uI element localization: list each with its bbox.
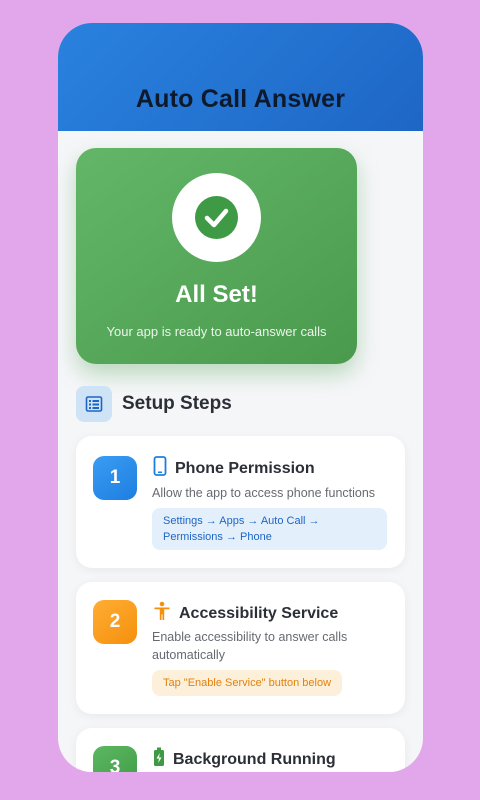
step-hint-line: Settings → Apps → Auto Call →: [163, 515, 320, 527]
step-hint-line: Permissions → Phone: [163, 531, 272, 543]
app-title: Auto Call Answer: [135, 85, 346, 113]
step-number: 1: [109, 467, 121, 488]
step-hint: Tap "Enable Service" button below: [152, 670, 343, 696]
step-card-accessibility-service[interactable]: 2 Accessibility Service Enable accessibi…: [76, 582, 405, 714]
list-icon: [76, 386, 112, 422]
status-title: All Set!: [175, 281, 258, 308]
setup-steps-header: Setup Steps: [76, 386, 232, 422]
step-description-line: Enable accessibility to answer calls: [152, 630, 348, 644]
status-card: All Set! Your app is ready to auto-answe…: [76, 148, 357, 364]
section-title: Setup Steps: [122, 393, 232, 414]
step-number-badge: 1: [93, 456, 137, 500]
step-number: 2: [109, 611, 121, 632]
phone-icon: [153, 456, 167, 481]
step-hint: Settings → Apps → Auto Call → Permission…: [152, 508, 387, 550]
step-title: Background Running: [173, 750, 336, 768]
step-title: Phone Permission: [175, 459, 315, 477]
step-number-badge: 3: [93, 746, 137, 772]
status-subtitle: Your app is ready to auto-answer calls: [106, 324, 327, 339]
step-card-background-running[interactable]: 3 Background Running: [76, 728, 405, 772]
step-card-phone-permission[interactable]: 1 Phone Permission Allow the app to acce…: [76, 436, 405, 568]
phone-screen: Auto Call Answer All Set! Your app is re…: [58, 23, 423, 772]
step-description-line: automatically: [152, 648, 225, 662]
battery-icon: [153, 747, 165, 772]
step-hint-text: Tap "Enable Service" button below: [163, 677, 332, 689]
step-number-badge: 2: [93, 600, 137, 644]
step-number: 3: [109, 757, 121, 772]
accessibility-icon: [153, 601, 171, 626]
check-circle-icon: [172, 173, 261, 262]
app-bar: Auto Call Answer: [58, 23, 423, 131]
step-title: Accessibility Service: [179, 604, 339, 622]
step-description: Allow the app to access phone functions: [152, 486, 376, 500]
step-description: Enable accessibility to answer calls aut…: [152, 628, 392, 664]
